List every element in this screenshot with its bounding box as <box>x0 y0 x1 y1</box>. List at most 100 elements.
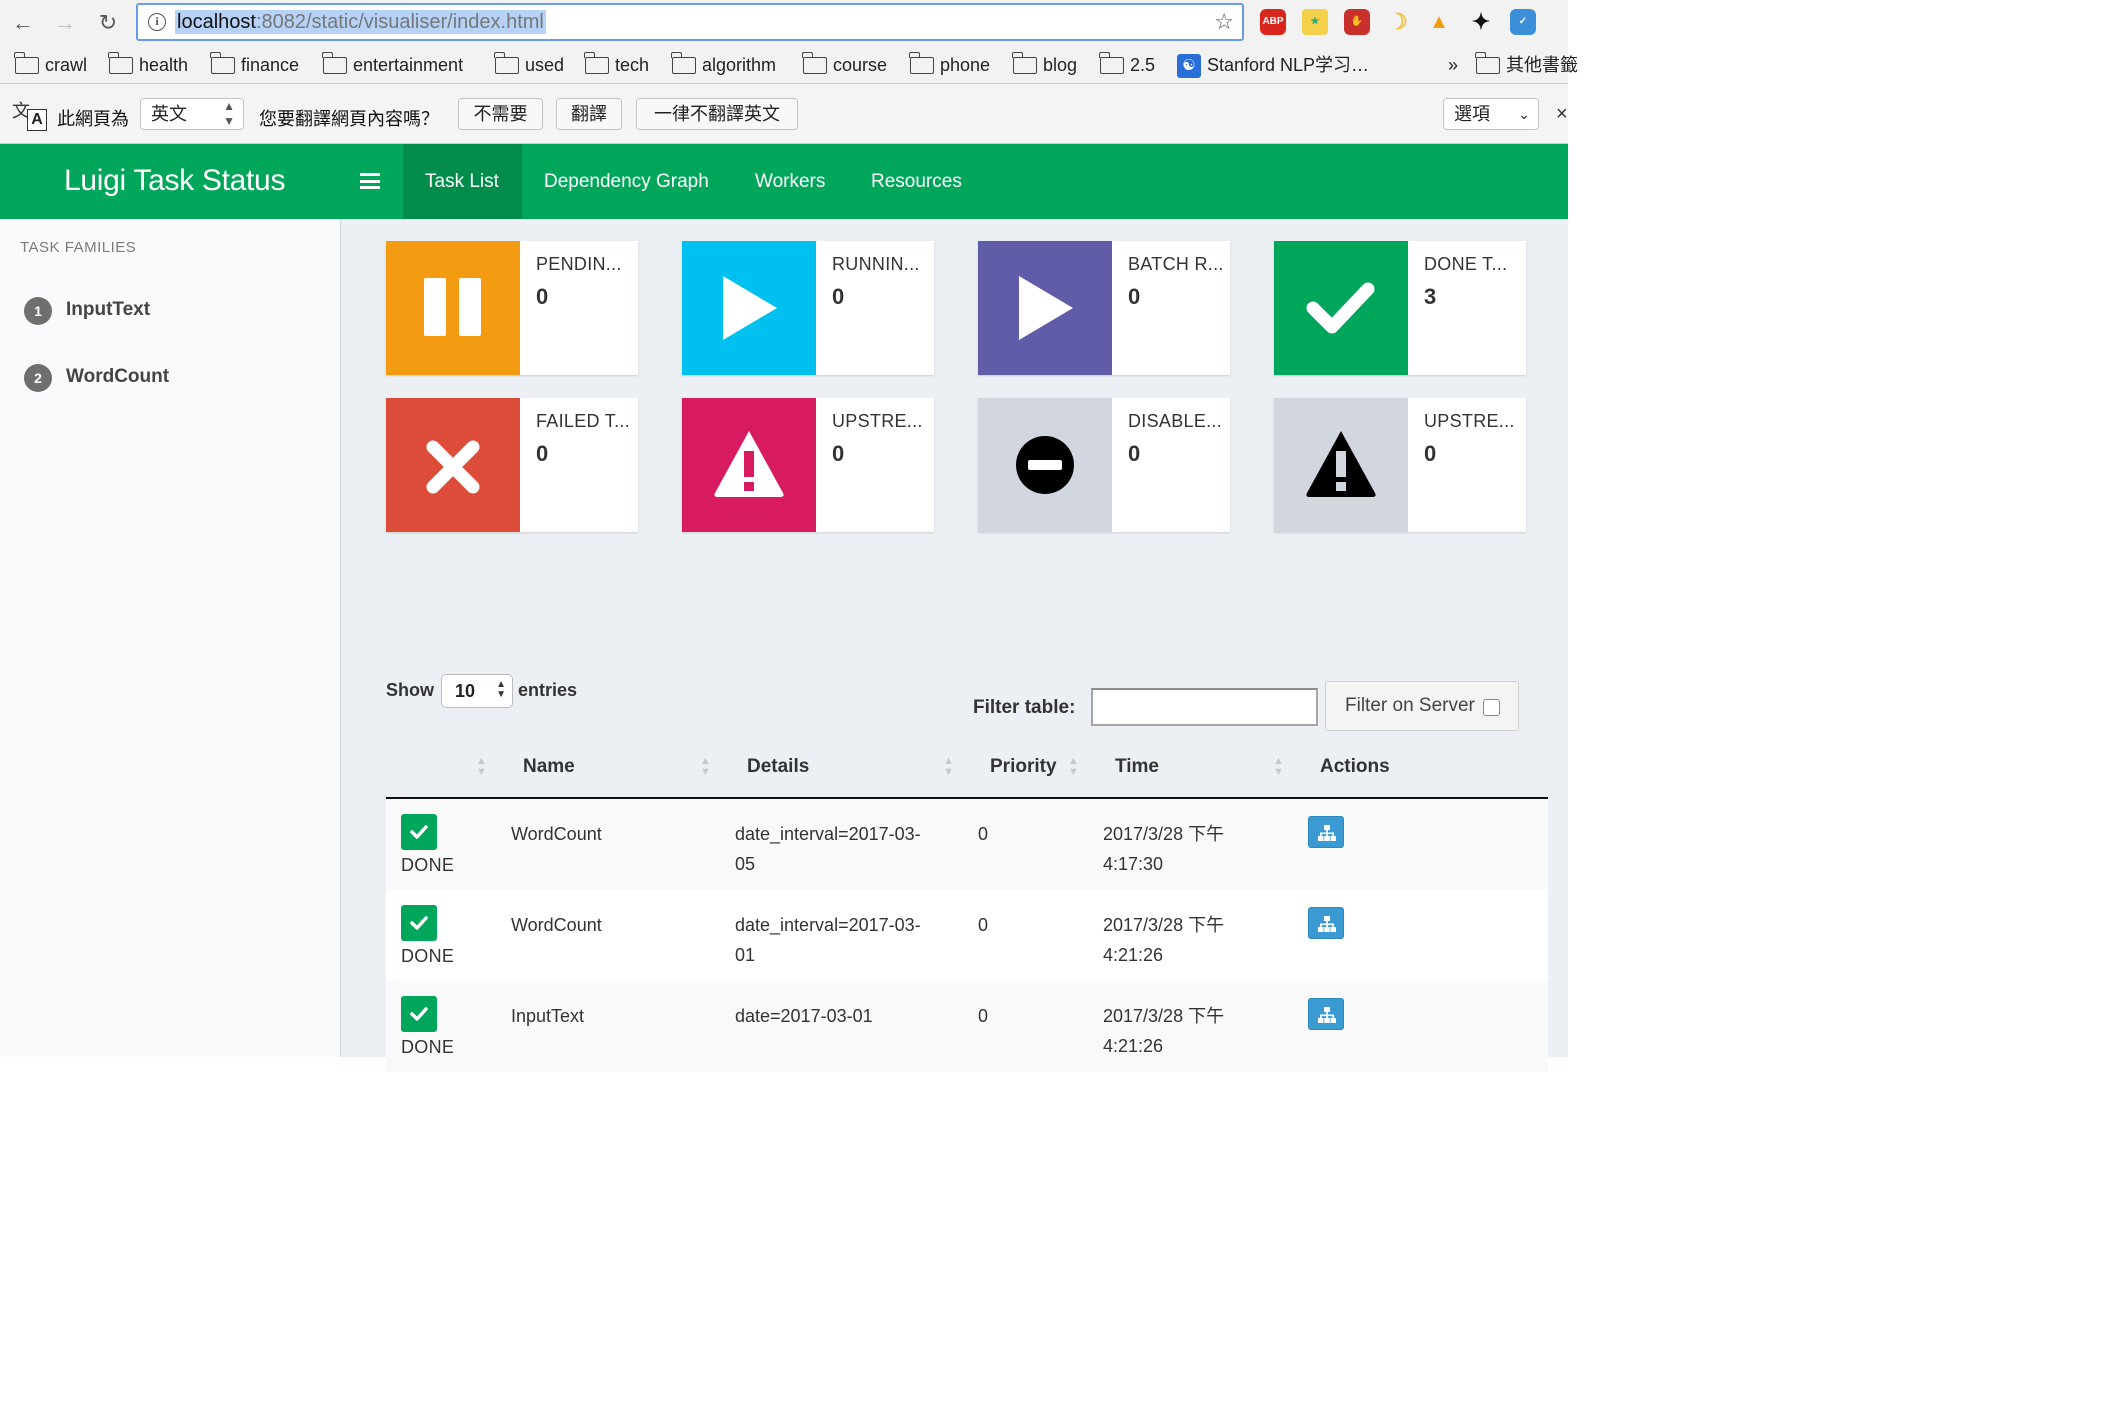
minus-circle-icon <box>1016 436 1074 494</box>
tab-task-list[interactable]: Task List <box>403 144 522 219</box>
bookmark-entertainment[interactable]: entertainment <box>322 52 463 78</box>
task-time-clock: 4:21:26 <box>1103 945 1164 965</box>
select-arrows-icon: ▲ ▼ <box>496 679 506 700</box>
status-box-count: 0 <box>1128 284 1141 309</box>
moon-icon[interactable]: ☽ <box>1385 9 1411 35</box>
status-box-running[interactable]: RUNNIN... 0 <box>682 241 934 375</box>
dependency-graph-button[interactable] <box>1308 816 1344 848</box>
task-details: date=2017-03-01 <box>735 1001 873 1031</box>
bookmark-other[interactable]: 其他書籤 <box>1475 52 1578 78</box>
status-box-failed[interactable]: FAILED T... 0 <box>386 398 638 532</box>
folder-icon <box>671 52 696 74</box>
translate-language-value: 英文 <box>151 104 187 124</box>
page-length-value: 10 <box>455 681 476 701</box>
status-box-icon-area <box>386 398 520 532</box>
bookmark-blog[interactable]: blog <box>1012 52 1077 78</box>
warning-icon <box>1306 431 1376 497</box>
x-icon <box>426 440 480 494</box>
task-details-line: date_interval=2017-03- <box>735 824 921 844</box>
status-box-icon-area <box>682 241 816 375</box>
sort-icon[interactable]: ▲ ▼ <box>1068 756 1079 778</box>
bookmark-label: used <box>525 55 565 75</box>
sort-icon[interactable]: ▲ ▼ <box>476 756 487 778</box>
address-bar[interactable]: i localhost:8082/static/visualiser/index… <box>136 3 1244 41</box>
status-box-disabled[interactable]: DISABLE... 0 <box>978 398 1230 532</box>
column-header-time[interactable]: Time <box>1115 756 1159 778</box>
translate-never-button[interactable]: 一律不翻譯英文 <box>636 98 798 130</box>
status-box-pending[interactable]: PENDIN... 0 <box>386 241 638 375</box>
close-icon[interactable]: × <box>1556 103 1568 126</box>
bookmark-star-icon[interactable]: ☆ <box>1214 9 1234 35</box>
bookmark-algorithm[interactable]: algorithm <box>671 52 777 78</box>
folder-icon <box>210 52 235 74</box>
tab-resources[interactable]: Resources <box>849 144 984 219</box>
translate-options-select[interactable]: 選項 ⌄ <box>1443 98 1539 130</box>
folder-icon <box>1475 52 1500 74</box>
status-box-count: 0 <box>536 284 549 309</box>
bookmark-label: algorithm <box>702 55 777 75</box>
bookmark-health[interactable]: health <box>108 52 189 78</box>
filter-on-server-checkbox[interactable] <box>1483 699 1500 716</box>
bookmark-finance[interactable]: finance <box>210 52 300 78</box>
column-header-details[interactable]: Details <box>747 756 809 778</box>
url-text[interactable]: localhost:8082/static/visualiser/index.h… <box>175 10 546 34</box>
sort-icon[interactable]: ▲ ▼ <box>1273 756 1284 778</box>
play-icon <box>723 276 777 340</box>
bookmark-2-5[interactable]: 2.5 <box>1099 52 1155 78</box>
bookmark-crawl[interactable]: crawl <box>14 52 87 78</box>
filter-on-server-button[interactable]: Filter on Server <box>1325 681 1519 731</box>
status-box-done[interactable]: DONE T... 3 <box>1274 241 1526 375</box>
select-arrows-icon: ▲ ▼ <box>223 99 235 128</box>
forward-arrow-icon[interactable]: → <box>50 8 80 38</box>
bookmark-used[interactable]: used <box>494 52 565 78</box>
bookmark-course[interactable]: course <box>802 52 887 78</box>
reload-icon[interactable]: ↻ <box>93 8 123 38</box>
tab-workers[interactable]: Workers <box>733 144 847 219</box>
translate-no-button[interactable]: 不需要 <box>458 98 543 130</box>
folder-icon <box>494 52 519 74</box>
bookmark-overflow[interactable]: » <box>1448 52 1458 78</box>
column-header-priority[interactable]: Priority <box>990 756 1057 778</box>
status-box-count: 0 <box>832 284 845 309</box>
extension-check-icon[interactable]: ✓ <box>1510 9 1536 35</box>
family-label: WordCount <box>66 366 170 387</box>
status-box-upstream-failed[interactable]: UPSTRE... 0 <box>682 398 934 532</box>
ublock-icon[interactable]: ✋ <box>1344 9 1370 35</box>
hamburger-menu-icon[interactable] <box>360 173 380 189</box>
info-icon[interactable]: i <box>148 13 166 31</box>
task-name: WordCount <box>511 915 602 935</box>
status-box-upstream-disabled[interactable]: UPSTRE... 0 <box>1274 398 1526 532</box>
task-time-date: 2017/3/28 下午 <box>1103 824 1225 844</box>
dependency-graph-button[interactable] <box>1308 907 1344 939</box>
status-box-icon-area <box>978 241 1112 375</box>
sort-icon[interactable]: ▲ ▼ <box>700 756 711 778</box>
translate-button[interactable]: 翻譯 <box>556 98 622 130</box>
status-box-batch-running[interactable]: BATCH R... 0 <box>978 241 1230 375</box>
column-header-name[interactable]: Name <box>523 756 575 778</box>
page-length-select[interactable]: 10 ▲ ▼ <box>441 674 513 708</box>
adblock-icon[interactable]: ABP <box>1260 9 1286 35</box>
extension-star-icon[interactable]: ★ <box>1302 9 1328 35</box>
back-arrow-icon[interactable]: ← <box>8 8 38 38</box>
bookmark-label: health <box>139 55 189 75</box>
dependency-graph-button[interactable] <box>1308 998 1344 1030</box>
bookmark-phone[interactable]: phone <box>909 52 990 78</box>
status-box-icon-area <box>386 241 520 375</box>
app-brand[interactable]: Luigi Task Status <box>64 164 285 198</box>
bookmark-label: finance <box>241 55 300 75</box>
extension-orange-icon[interactable]: ▲ <box>1426 9 1452 35</box>
tab-dependency-graph[interactable]: Dependency Graph <box>522 144 731 219</box>
filter-table-input[interactable] <box>1091 688 1318 726</box>
translate-language-select[interactable]: 英文 ▲ ▼ <box>140 98 244 130</box>
pause-icon <box>424 278 481 336</box>
folder-icon <box>14 52 39 74</box>
task-time: 2017/3/28 下午 4:17:30 <box>1103 819 1224 879</box>
bookmark-stanford-nlp[interactable]: ☯ Stanford NLP学习… <box>1177 52 1369 78</box>
task-priority: 0 <box>978 1006 989 1026</box>
bookmark-tech[interactable]: tech <box>584 52 649 78</box>
show-label: Show <box>386 680 434 700</box>
sort-icon[interactable]: ▲ ▼ <box>943 756 954 778</box>
status-box-icon-area <box>978 398 1112 532</box>
task-time-date: 2017/3/28 下午 <box>1103 915 1225 935</box>
fish-icon[interactable]: ✦ <box>1468 9 1494 35</box>
